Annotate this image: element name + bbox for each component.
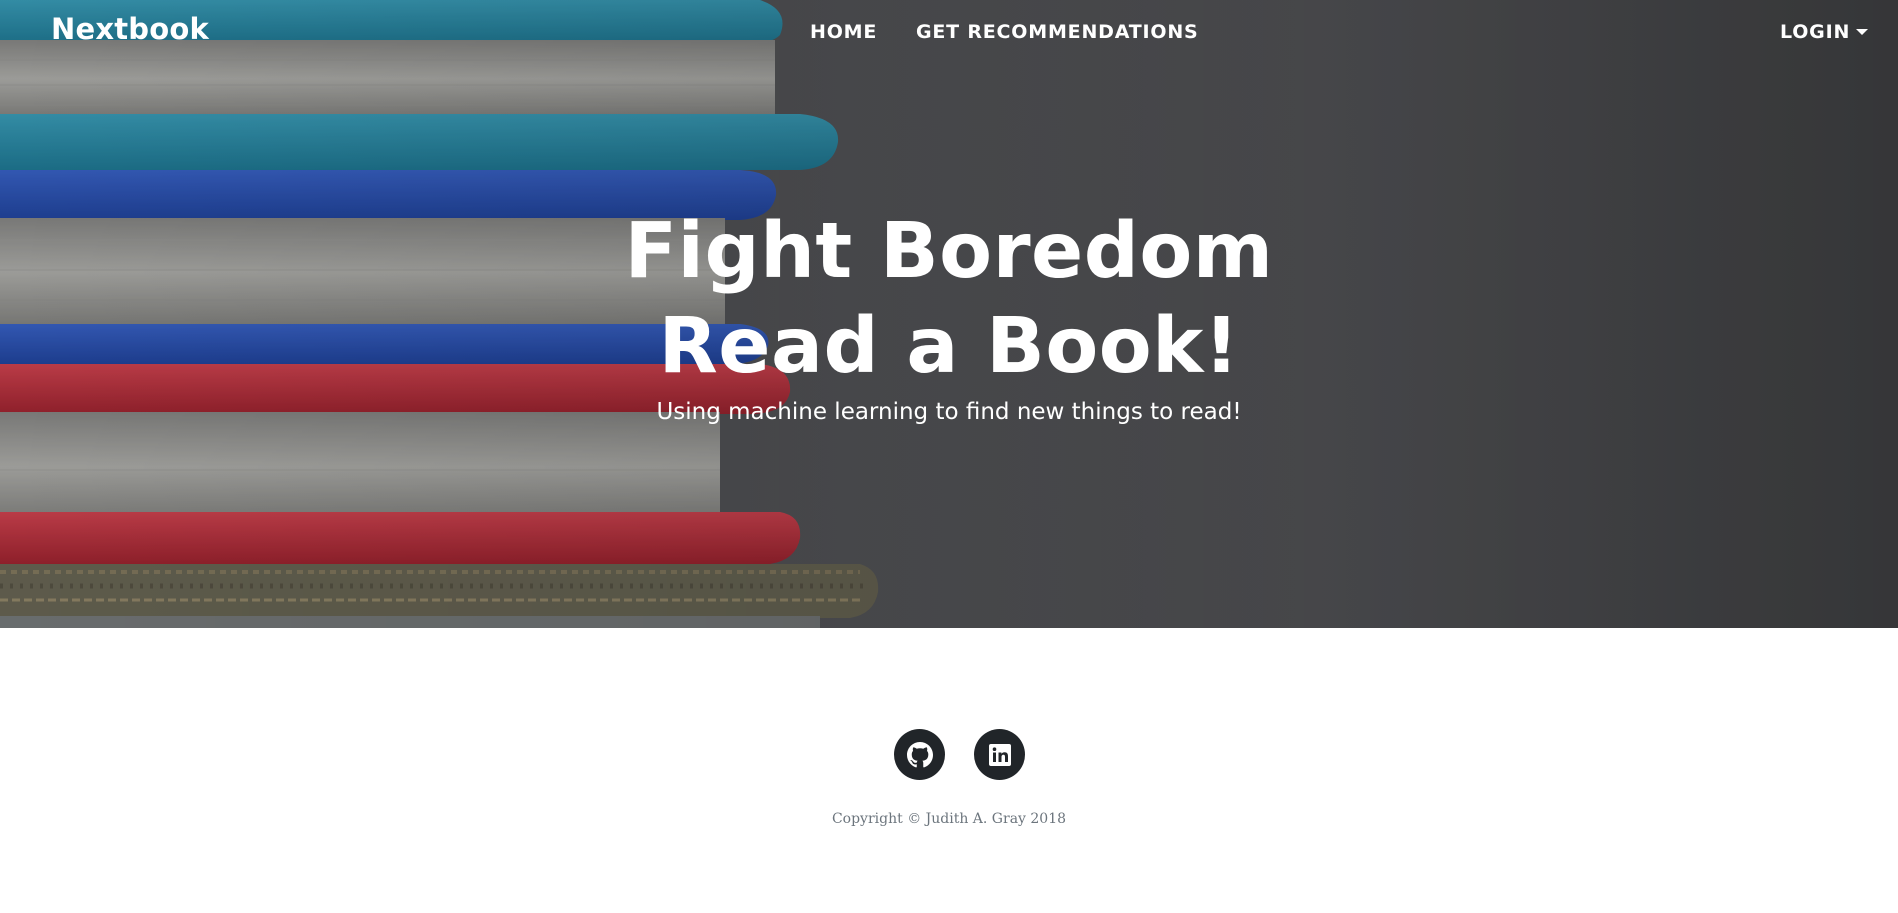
hero-heading-line-1: Fight Boredom — [624, 207, 1274, 296]
linkedin-link[interactable] — [974, 729, 1025, 780]
nav-home-link[interactable]: HOME — [810, 21, 877, 43]
brand-logo[interactable]: Nextbook — [51, 12, 209, 46]
linkedin-icon — [988, 743, 1011, 766]
login-dropdown-toggle[interactable]: LOGIN — [1780, 21, 1869, 43]
hero-heading: Fight Boredom Read a Book! — [0, 204, 1898, 394]
login-label: LOGIN — [1780, 21, 1851, 43]
nav-get-recommendations-link[interactable]: GET RECOMMENDATIONS — [916, 21, 1199, 43]
github-icon — [906, 741, 933, 767]
caret-down-icon — [1856, 29, 1869, 35]
hero-heading-line-2: Read a Book! — [658, 302, 1240, 391]
github-link[interactable] — [894, 729, 945, 780]
hero-section: Nextbook HOME GET RECOMMENDATIONS LOGIN … — [0, 0, 1898, 628]
hero-subheading: Using machine learning to find new thing… — [656, 399, 1242, 425]
copyright-text: Copyright © Judith A. Gray 2018 — [831, 811, 1067, 827]
